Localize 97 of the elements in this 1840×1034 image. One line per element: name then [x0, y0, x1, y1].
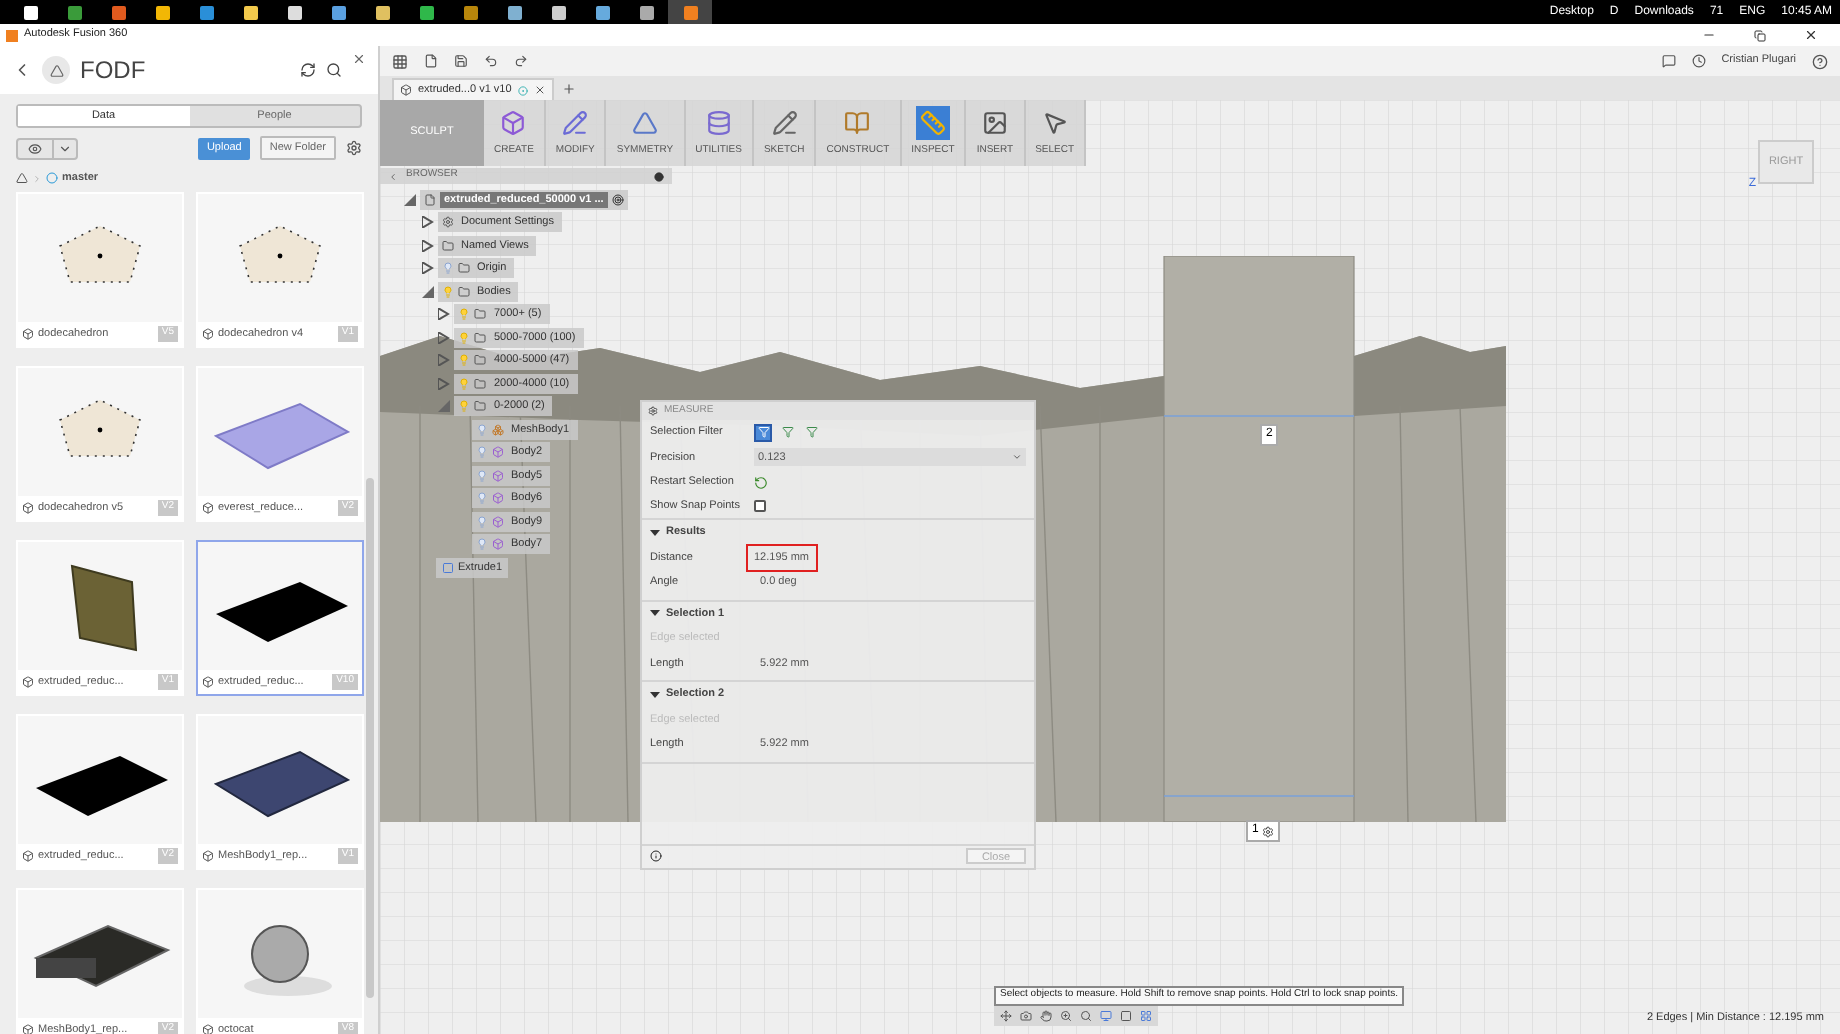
- folder-icon: [457, 285, 469, 298]
- view-dropdown[interactable]: [16, 137, 78, 159]
- app-icon: [67, 5, 81, 19]
- folder-icon: [474, 377, 486, 390]
- restore-icon[interactable]: [1754, 29, 1766, 41]
- app-icon: [111, 5, 125, 19]
- project-icon: [46, 172, 58, 184]
- grid-toggle-icon[interactable]: [1120, 1010, 1132, 1022]
- app-icon: [23, 5, 37, 19]
- camera-icon[interactable]: [1020, 1010, 1032, 1022]
- info-icon[interactable]: [650, 850, 662, 862]
- cube-icon: [491, 492, 503, 505]
- expanded-arrow-icon[interactable]: [404, 193, 416, 206]
- folder-icon: [474, 400, 486, 413]
- app-icon: [287, 5, 301, 19]
- scrollbar[interactable]: [366, 478, 374, 998]
- search-icon[interactable]: [326, 62, 342, 78]
- design-icon: [202, 850, 214, 862]
- caret-icon: [58, 141, 72, 155]
- extrude-icon: [442, 562, 454, 574]
- undo-icon[interactable]: [484, 54, 498, 68]
- gear-icon[interactable]: [1262, 825, 1275, 837]
- orbit-icon[interactable]: [1000, 1010, 1012, 1022]
- expanded-arrow-icon[interactable]: [421, 285, 433, 298]
- design-icon: [22, 1024, 34, 1034]
- design-icon: [22, 850, 34, 862]
- filter-toggle[interactable]: [754, 423, 772, 442]
- collapsed-arrow-icon[interactable]: [438, 331, 450, 344]
- folder-icon: [474, 331, 486, 344]
- chevron-icon: [32, 173, 42, 183]
- app-icon: [463, 5, 477, 19]
- redo-icon[interactable]: [514, 54, 528, 68]
- collapsed-arrow-icon[interactable]: [421, 239, 433, 252]
- project-title: FODF: [80, 54, 146, 88]
- cube-icon: [491, 469, 503, 482]
- help-icon[interactable]: [1812, 53, 1828, 69]
- app-icon: [199, 5, 213, 19]
- caret-icon: [1012, 452, 1022, 463]
- design-icon: [202, 676, 214, 688]
- status-icon: [517, 85, 528, 95]
- folder-icon: [441, 239, 453, 252]
- filter-toggle[interactable]: [802, 423, 820, 442]
- settings-icon[interactable]: [346, 140, 362, 156]
- app-icon: [375, 5, 389, 19]
- design-icon: [202, 1024, 214, 1034]
- gear-icon[interactable]: [648, 406, 658, 416]
- app-icon: [331, 5, 345, 19]
- document-icon: [424, 193, 436, 206]
- folder-icon: [474, 308, 486, 321]
- close-icon[interactable]: [1804, 28, 1818, 42]
- collapsed-arrow-icon[interactable]: [421, 216, 433, 229]
- comment-icon[interactable]: [1661, 54, 1676, 68]
- minimize-icon[interactable]: [1702, 28, 1716, 42]
- collapsed-arrow-icon[interactable]: [421, 262, 433, 275]
- design-icon: [22, 502, 34, 514]
- display-icon[interactable]: [1100, 1010, 1112, 1022]
- gear-icon: [441, 216, 453, 229]
- design-icon: [22, 328, 34, 340]
- hub-icon[interactable]: [16, 172, 28, 184]
- save-icon[interactable]: [454, 54, 468, 68]
- clock-icon[interactable]: [1691, 54, 1706, 68]
- pan-icon[interactable]: [1040, 1010, 1052, 1022]
- refresh-icon[interactable]: [300, 62, 316, 78]
- app-icon: [243, 5, 257, 19]
- app-icon: [507, 5, 521, 19]
- app-icon: [595, 5, 609, 19]
- app-icon: [683, 5, 697, 19]
- collapsed-arrow-icon[interactable]: [438, 308, 450, 321]
- folder-icon: [474, 354, 486, 367]
- design-icon: [22, 676, 34, 688]
- target-icon[interactable]: [611, 193, 624, 206]
- close-icon[interactable]: [533, 84, 546, 96]
- mesh-body-icon: [491, 423, 503, 436]
- cube-icon: [400, 84, 412, 96]
- restart-icon[interactable]: [754, 475, 768, 490]
- checkbox[interactable]: [754, 500, 766, 513]
- apps-grid-icon[interactable]: [392, 53, 408, 69]
- zoom-icon[interactable]: [1060, 1010, 1072, 1022]
- collapse-icon[interactable]: [388, 171, 398, 181]
- file-icon[interactable]: [424, 54, 438, 68]
- pin-icon[interactable]: [654, 171, 664, 181]
- app-icon: [155, 5, 169, 19]
- app-logo-icon: [6, 29, 18, 41]
- viewports-icon[interactable]: [1140, 1010, 1152, 1022]
- cube-icon: [491, 446, 503, 459]
- app-icon: [419, 5, 433, 19]
- design-icon: [202, 328, 214, 340]
- cube-icon: [491, 515, 503, 528]
- app-icon: [639, 5, 653, 19]
- hub-icon: [42, 56, 70, 84]
- folder-icon: [457, 262, 469, 275]
- close-icon[interactable]: [352, 52, 366, 66]
- filter-toggle[interactable]: [778, 423, 796, 442]
- eye-icon: [28, 141, 42, 155]
- design-icon: [202, 502, 214, 514]
- app-icon: [551, 5, 565, 19]
- cube-icon: [491, 538, 503, 551]
